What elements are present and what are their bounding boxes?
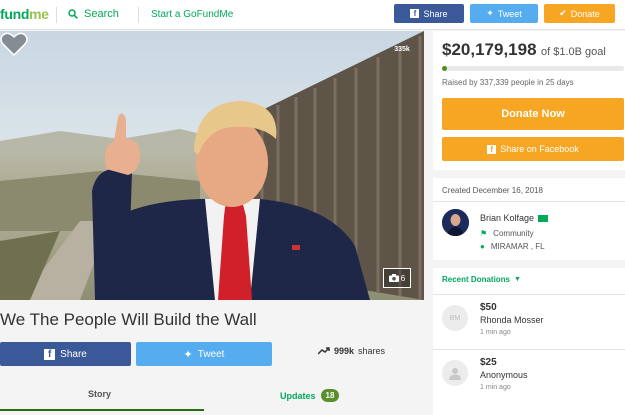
campaign-tabs: Story Updates 18 [0, 380, 424, 415]
envelope-icon[interactable] [538, 214, 549, 222]
heart-count: 335k [394, 46, 410, 53]
gofundme-logo[interactable]: fundme [0, 6, 49, 22]
tab-story[interactable]: Story [88, 389, 111, 399]
recent-donations-label: Recent Donations [442, 275, 511, 284]
shares-suffix: shares [358, 346, 386, 356]
goal-amount: of $1.0B goal [541, 46, 606, 58]
section-divider [433, 260, 625, 268]
progress-bar [442, 66, 624, 71]
caret-down-icon: ▼ [514, 276, 521, 283]
header-facebook-share-button[interactable]: f Share [394, 4, 464, 23]
search-label: Search [84, 8, 119, 20]
donation-sidebar: $20,179,198 of $1.0B goal Raised by 337,… [433, 31, 625, 415]
logo-text: fund [0, 6, 30, 22]
organizer-location-row: ● MIRAMAR , FL [480, 242, 545, 251]
divider [433, 349, 625, 350]
raised-amount: $20,179,198 [442, 40, 537, 59]
donation-amount: $50 [480, 302, 497, 313]
organizer-name-row[interactable]: Brian Kolfage [480, 213, 549, 223]
photo-count: 6 [400, 273, 406, 283]
anonymous-avatar-icon [442, 360, 468, 386]
share-label: Share [423, 8, 448, 19]
tweet-label: Tweet [197, 348, 225, 360]
facebook-icon: f [44, 348, 56, 360]
share-on-facebook-button[interactable]: f Share on Facebook [442, 137, 624, 161]
organizer-photo [442, 209, 469, 236]
organizer-avatar[interactable] [442, 209, 469, 236]
start-gofundme-link[interactable]: Start a GoFundMe [151, 9, 233, 20]
top-bar: fundme Search Start a GoFundMe f Share ✦… [0, 0, 625, 30]
donor-name: Rhonda Mosser [480, 315, 544, 325]
organizer-category: Community [493, 229, 534, 238]
facebook-icon: f [487, 144, 497, 154]
share-label: Share [60, 348, 87, 360]
photo-gallery-button[interactable]: 6 [383, 268, 411, 288]
organizer-location: MIRAMAR , FL [490, 242, 545, 251]
divider [433, 294, 625, 295]
recent-donations-toggle[interactable]: Recent Donations ▼ [442, 275, 521, 284]
search-link[interactable]: Search [68, 8, 119, 20]
organizer-category-row: ⚑ Community [480, 229, 534, 238]
facebook-share-button[interactable]: f Share [0, 342, 131, 366]
facebook-icon: f [410, 9, 420, 18]
progress-fill [442, 66, 448, 71]
campaign-title: We The People Will Build the Wall [0, 310, 257, 329]
header-tweet-button[interactable]: ✦ Tweet [470, 4, 538, 23]
logo-accent-text: me [29, 6, 49, 22]
share-count: 999k shares [318, 346, 385, 356]
section-divider [433, 170, 625, 178]
header-donate-button[interactable]: ✔ Donate [544, 4, 615, 23]
divider [56, 7, 57, 23]
raised-by-text: Raised by 337,339 people in 25 days [442, 78, 574, 87]
divider [138, 7, 139, 23]
tag-icon: ⚑ [480, 229, 488, 238]
share-facebook-label: Share on Facebook [500, 144, 579, 154]
organizer-name: Brian Kolfage [480, 213, 535, 223]
search-icon [68, 9, 78, 19]
camera-icon [388, 274, 399, 282]
active-tab-indicator [0, 409, 204, 411]
donation-item: $25 Anonymous 1 min ago [442, 354, 624, 400]
location-pin-icon: ● [480, 242, 485, 251]
donation-time: 1 min ago [480, 329, 511, 336]
hero-photo [0, 31, 424, 300]
tweet-label: Tweet [497, 8, 522, 19]
tab-updates[interactable]: Updates 18 [280, 389, 340, 402]
tab-updates-label: Updates [280, 390, 316, 401]
donate-now-button[interactable]: Donate Now [442, 98, 624, 130]
twitter-bird-icon: ✦ [183, 348, 193, 361]
shares-number: 999k [334, 346, 355, 356]
donor-avatar: BM [442, 305, 468, 331]
checkmark-icon: ✔ [559, 8, 567, 18]
trending-up-icon [318, 347, 330, 355]
donation-amount: $25 [480, 357, 497, 368]
updates-count-badge: 18 [320, 389, 340, 402]
created-date: Created December 16, 2018 [442, 186, 543, 195]
donate-label: Donate [570, 8, 600, 19]
donor-name: Anonymous [480, 370, 528, 380]
divider [433, 201, 625, 202]
amount-raised: $20,179,198 of $1.0B goal [442, 40, 606, 60]
twitter-bird-icon: ✦ [486, 8, 494, 18]
donation-item: BM $50 Rhonda Mosser 1 min ago [442, 299, 624, 345]
heart-icon[interactable] [0, 31, 28, 57]
donation-time: 1 min ago [480, 384, 511, 391]
tweet-button[interactable]: ✦ Tweet [136, 342, 272, 366]
campaign-hero-image[interactable]: 335k [0, 31, 424, 300]
